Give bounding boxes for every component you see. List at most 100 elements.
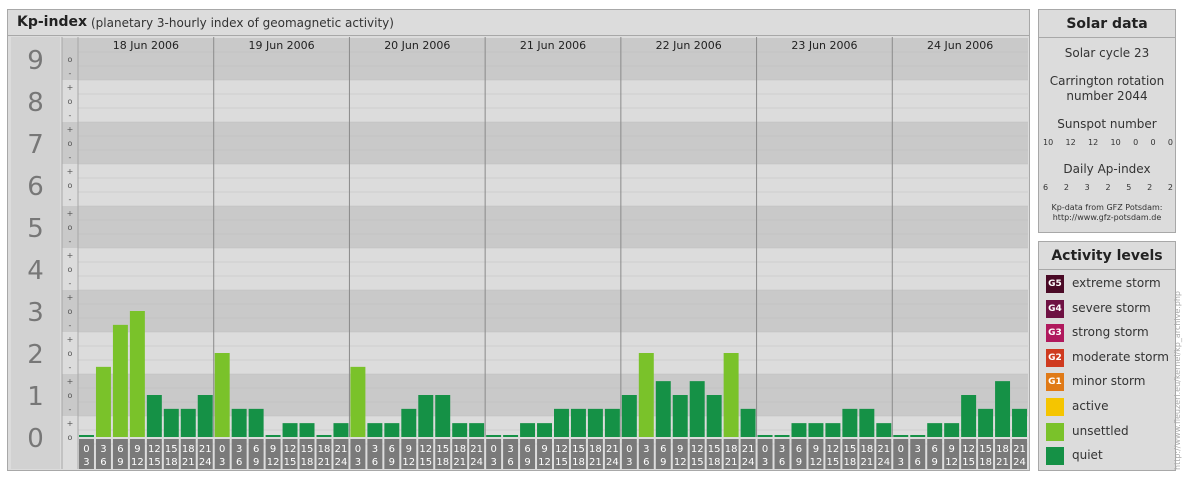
y-level-label: 4: [27, 256, 44, 286]
minor-tick-label: +: [67, 83, 74, 92]
kp-bar: [672, 395, 688, 437]
minor-tick-label: -: [69, 153, 72, 162]
minor-tick-label: +: [67, 377, 74, 386]
interval-end-label: 3: [762, 457, 768, 468]
interval-end-label: 15: [284, 457, 297, 468]
interval-start-label: 0: [355, 444, 361, 455]
interval-end-label: 15: [555, 457, 568, 468]
interval-end-label: 6: [779, 457, 785, 468]
level-label: extreme storm: [1072, 276, 1161, 290]
solar-data-title: Solar data: [1039, 10, 1175, 38]
interval-end-label: 3: [219, 457, 225, 468]
interval-end-label: 9: [117, 457, 123, 468]
kp-bar: [350, 366, 366, 437]
kp-bar: [367, 423, 383, 437]
sunspot-value-5: 0: [1133, 138, 1139, 147]
interval-start-label: 3: [779, 444, 785, 455]
level-label: active: [1072, 399, 1109, 413]
interval-start-label: 0: [762, 444, 768, 455]
sunspot-value-6: 0: [1150, 138, 1156, 147]
kp-bar: [180, 408, 196, 437]
minor-tick-label: +: [67, 251, 74, 260]
minor-tick-label: +: [67, 335, 74, 344]
interval-end-label: 21: [182, 457, 195, 468]
kp-bar: [825, 423, 841, 437]
sunspot-value-3: 12: [1088, 138, 1099, 147]
minor-tick-label: -: [69, 321, 72, 330]
interval-end-label: 18: [572, 457, 585, 468]
credit-link[interactable]: http://www.gfz-potsdam.de: [1039, 213, 1175, 223]
interval-end-label: 3: [490, 457, 496, 468]
interval-end-label: 15: [827, 457, 840, 468]
interval-start-label: 15: [572, 444, 585, 455]
interval-end-label: 15: [691, 457, 704, 468]
ap-value-1: 6: [1043, 183, 1049, 192]
interval-end-label: 15: [148, 457, 161, 468]
kp-bar: [299, 423, 315, 437]
carrington-line2: number 2044: [1066, 89, 1148, 103]
interval-start-label: 0: [898, 444, 904, 455]
activity-level-severe-storm: G4 severe storm: [1046, 299, 1174, 318]
interval-start-label: 15: [165, 444, 178, 455]
chart-title: Kp-index: [17, 14, 87, 30]
kp-bar: [520, 423, 536, 437]
kp-bar: [842, 408, 858, 437]
y-level-label: 9: [27, 46, 44, 76]
band-7: [62, 122, 1028, 164]
kp-bar: [944, 423, 960, 437]
interval-start-label: 9: [541, 444, 547, 455]
y-level-label: 1: [27, 382, 44, 412]
interval-start-label: 3: [100, 444, 106, 455]
interval-start-label: 15: [844, 444, 857, 455]
interval-start-label: 3: [915, 444, 921, 455]
interval-start-label: 21: [1013, 444, 1026, 455]
ap-value-6: 2: [1147, 183, 1153, 192]
interval-end-label: 6: [236, 457, 242, 468]
minor-tick-label: -: [69, 363, 72, 372]
interval-end-label: 21: [318, 457, 331, 468]
day-label: 22 Jun 2006: [656, 39, 722, 52]
interval-start-label: 12: [962, 444, 975, 455]
minor-tick-label: o: [68, 391, 73, 400]
kp-bar: [893, 435, 909, 437]
kp-bar: [774, 435, 790, 437]
kp-bar: [723, 353, 739, 437]
activity-levels-title: Activity levels: [1039, 242, 1175, 270]
minor-tick-label: o: [68, 181, 73, 190]
kp-bar: [112, 324, 128, 437]
interval-start-label: 0: [490, 444, 496, 455]
kp-bar: [537, 423, 552, 437]
solar-cycle: Solar cycle 23: [1064, 46, 1150, 60]
kp-bar: [554, 408, 569, 437]
interval-end-label: 9: [796, 457, 802, 468]
interval-start-label: 21: [335, 444, 348, 455]
kp-bar: [808, 423, 824, 437]
day-label: 20 Jun 2006: [384, 39, 450, 52]
interval-start-label: 12: [284, 444, 297, 455]
minor-tick-label: +: [67, 293, 74, 302]
interval-end-label: 12: [131, 457, 144, 468]
interval-start-label: 18: [318, 444, 331, 455]
interval-start-label: 6: [253, 444, 259, 455]
interval-end-label: 18: [844, 457, 857, 468]
kp-bar: [129, 311, 145, 437]
interval-start-label: 6: [524, 444, 530, 455]
kp-bar: [876, 423, 892, 437]
kp-bar: [706, 395, 722, 437]
interval-start-label: 6: [660, 444, 666, 455]
interval-start-label: 21: [199, 444, 212, 455]
interval-end-label: 3: [355, 457, 361, 468]
kp-bar: [282, 423, 298, 437]
minor-tick-label: o: [68, 433, 73, 442]
chart-title-bar: Kp-index (planetary 3-hourly index of ge…: [8, 10, 1029, 36]
interval-start-label: 9: [677, 444, 683, 455]
sunspot-value-1: 10: [1043, 138, 1054, 147]
activity-level-active: active: [1046, 398, 1174, 416]
interval-start-label: 6: [932, 444, 938, 455]
kp-bar: [197, 395, 213, 437]
interval-end-label: 24: [742, 457, 755, 468]
band-2: [62, 332, 1028, 374]
interval-end-label: 24: [1013, 457, 1026, 468]
minor-tick-label: o: [68, 55, 73, 64]
interval-end-label: 18: [165, 457, 178, 468]
